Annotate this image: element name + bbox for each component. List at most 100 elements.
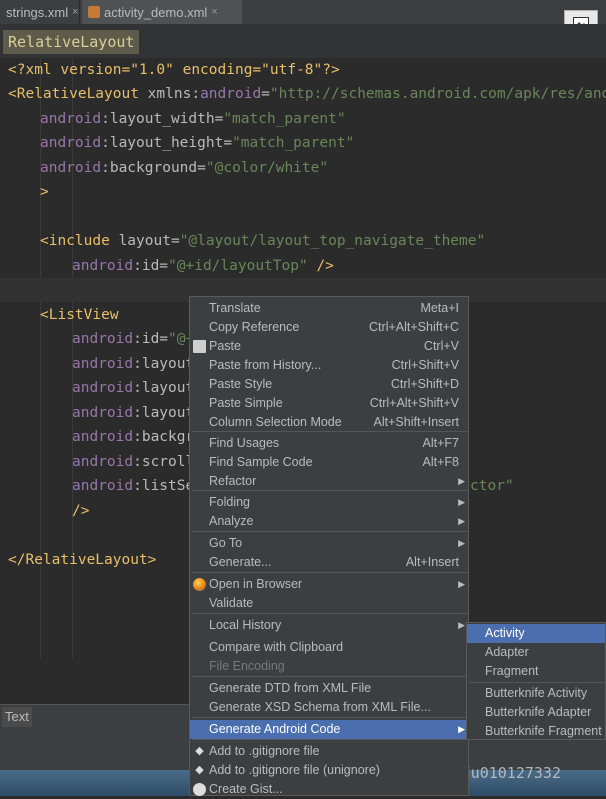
menu-item-label: Find Usages [209,436,280,450]
menu-item-paste-from-history[interactable]: Paste from History... Ctrl+Shift+V [190,356,468,375]
menu-item-file-encoding: File Encoding [190,657,468,676]
menu-separator [192,739,468,740]
submenu-item-activity[interactable]: Activity [467,624,605,643]
menu-item-label: Open in Browser [209,577,303,591]
menu-item-shortcut: Alt+Insert [405,555,459,569]
submenu-arrow-icon: ▶ [458,476,465,486]
browser-icon [193,578,206,591]
menu-item-label: Adapter [485,645,529,659]
menu-item-validate[interactable]: Validate [190,594,468,613]
tab-text-mode[interactable]: Text [2,707,32,727]
submenu-arrow-icon: ▶ [458,538,465,548]
submenu-item-fragment[interactable]: Fragment [467,662,605,681]
menu-item-label: Copy Reference [209,320,300,334]
code-line-21: </RelativeLayout> [8,552,157,568]
submenu-item-adapter[interactable]: Adapter [467,643,605,662]
menu-item-label: Paste Style [209,377,273,391]
menu-item-label: Column Selection Mode [209,415,342,429]
code-line-13: android:layout_ [72,356,203,372]
code-line-5: android:background="@color/white" [40,160,329,176]
submenu-arrow-icon: ▶ [458,724,465,734]
submenu-item-butterknife-adapter[interactable]: Butterknife Adapter [467,703,605,722]
menu-separator [192,531,468,532]
menu-item-generate-dtd-from-xml-file[interactable]: Generate DTD from XML File [190,679,468,698]
menu-item-label: Validate [209,596,254,610]
menu-item-generate-android-code[interactable]: Generate Android Code ▶ [190,720,468,739]
menu-item-paste-style[interactable]: Paste Style Ctrl+Shift+D [190,375,468,394]
editor-tab-bar: strings.xml × activity_demo.xml × [0,0,606,25]
gist-icon [193,783,206,796]
tab-strings-xml[interactable]: strings.xml × [0,0,80,24]
code-line-12: android:id="@+ [72,331,195,347]
xml-file-icon [88,6,100,18]
close-icon[interactable]: × [211,6,217,18]
menu-item-label: Find Sample Code [209,455,313,469]
menu-item-shortcut: Ctrl+V [423,339,459,353]
menu-item-shortcut: Ctrl+Alt+Shift+C [369,320,459,334]
code-line-18-tail: ctor" [470,478,514,494]
menu-item-find-usages[interactable]: Find Usages Alt+F7 [190,434,468,453]
code-line-9: android:id="@+id/layoutTop" /> [72,258,334,274]
menu-item-column-selection-mode[interactable]: Column Selection Mode Alt+Shift+Insert [190,413,468,432]
generate-android-code-submenu: Activity Adapter Fragment Butterknife Activ… [466,622,606,740]
code-line-2: <RelativeLayout xmlns:android="http://sc… [8,86,606,102]
code-line-4: android:layout_height="match_parent" [40,135,355,151]
git-icon: ◆ [195,764,204,776]
menu-item-label: Compare with Clipboard [209,640,344,654]
menu-item-generate[interactable]: Generate... Alt+Insert [190,553,468,572]
menu-separator [192,717,468,718]
menu-item-label: Add to .gitignore file (unignore) [209,763,380,777]
paste-icon [193,340,206,353]
menu-item-paste-simple[interactable]: Paste Simple Ctrl+Alt+Shift+V [190,394,468,413]
menu-item-local-history[interactable]: Local History ▶ [190,616,468,635]
code-line-1: <?xml version="1.0" encoding="utf-8"?> [8,62,340,78]
submenu-arrow-icon: ▶ [458,497,465,507]
tab-label: activity_demo.xml [104,4,208,20]
menu-item-label: Paste from History... [209,358,322,372]
submenu-arrow-icon: ▶ [458,620,465,630]
code-line-16: android:backgro [72,429,203,445]
tab-activity-demo-xml[interactable]: activity_demo.xml × [82,0,242,24]
close-icon[interactable]: × [72,6,78,18]
submenu-arrow-icon: ▶ [458,516,465,526]
menu-item-copy-reference[interactable]: Copy Reference Ctrl+Alt+Shift+C [190,318,468,337]
menu-item-shortcut: Alt+F8 [422,455,459,469]
menu-item-go-to[interactable]: Go To ▶ [190,534,468,553]
menu-item-label: Translate [209,301,261,315]
menu-item-folding[interactable]: Folding ▶ [190,493,468,512]
menu-item-label: Fragment [485,664,539,678]
menu-item-label: File Encoding [209,659,285,673]
menu-item-generate-xsd-schema-from-xml-file[interactable]: Generate XSD Schema from XML File... [190,698,468,717]
menu-item-shortcut: Ctrl+Alt+Shift+V [369,396,459,410]
menu-item-label: Butterknife Fragment [485,724,602,738]
menu-item-create-gist[interactable]: Create Gist... [190,780,468,799]
menu-separator [192,676,468,677]
menu-item-open-in-browser[interactable]: Open in Browser ▶ [190,575,468,594]
code-line-14: android:layout_ [72,380,203,396]
menu-item-analyze[interactable]: Analyze ▶ [190,512,468,531]
menu-item-label: Refactor [209,474,257,488]
menu-item-compare-with-clipboard[interactable]: Compare with Clipboard [190,638,468,657]
menu-item-find-sample-code[interactable]: Find Sample Code Alt+F8 [190,453,468,472]
code-line-18: android:listSe [72,478,195,494]
menu-item-add-to-gitignore-file-unignore[interactable]: ◆ Add to .gitignore file (unignore) [190,761,468,780]
breadcrumb-item-relativelayout[interactable]: RelativeLayout [3,30,140,54]
submenu-item-butterknife-activity[interactable]: Butterknife Activity [467,684,605,703]
menu-item-label: Paste Simple [209,396,283,410]
menu-item-label: Local History [209,618,282,632]
menu-separator [192,572,468,573]
menu-item-shortcut: Ctrl+Shift+D [390,377,459,391]
menu-item-label: Paste [209,339,241,353]
menu-item-label: Butterknife Activity [485,686,588,700]
tab-label: strings.xml [6,4,69,20]
menu-item-add-to-gitignore-file[interactable]: ◆ Add to .gitignore file [190,742,468,761]
code-line-6: > [40,184,49,200]
menu-item-paste[interactable]: Paste Ctrl+V [190,337,468,356]
menu-item-refactor[interactable]: Refactor ▶ [190,472,468,491]
code-line-3: android:layout_width="match_parent" [40,111,346,127]
menu-item-translate[interactable]: Translate Meta+I [190,299,468,318]
code-line-19: /> [72,503,90,519]
menu-item-shortcut: Alt+Shift+Insert [373,415,459,429]
submenu-item-butterknife-fragment[interactable]: Butterknife Fragment [467,722,605,741]
menu-item-label: Butterknife Adapter [485,705,592,719]
